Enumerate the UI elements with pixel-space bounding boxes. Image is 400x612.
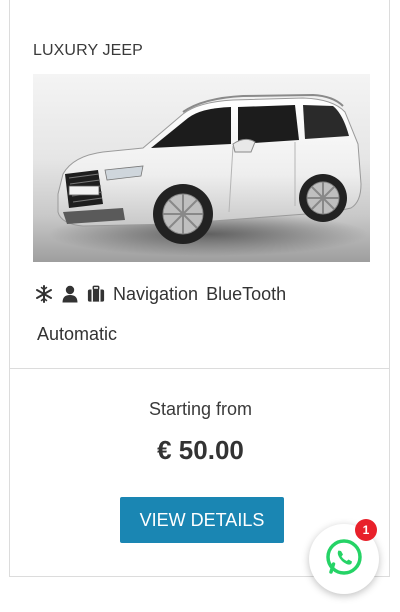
snowflake-icon <box>35 284 53 304</box>
price-value: € 50.00 <box>157 435 244 465</box>
page: LUXURY JEEP Navigation BlueTooth Automat… <box>0 0 400 612</box>
car-title: LUXURY JEEP <box>33 42 143 59</box>
car-listing-card: LUXURY JEEP Navigation BlueTooth Automat… <box>9 0 390 577</box>
whatsapp-icon <box>325 538 363 581</box>
feature-navigation: Navigation <box>113 283 199 304</box>
divider <box>10 368 389 369</box>
feature-bluetooth: BlueTooth <box>206 283 287 304</box>
notification-badge: 1 <box>355 519 377 541</box>
feature-transmission: Automatic <box>37 324 118 344</box>
luggage-icon <box>87 284 105 304</box>
user-icon <box>61 284 79 304</box>
car-image <box>33 74 370 262</box>
features-row: Navigation BlueTooth <box>35 281 286 307</box>
starting-from-label: Starting from <box>148 399 253 419</box>
view-details-button[interactable]: VIEW DETAILS <box>120 497 284 543</box>
